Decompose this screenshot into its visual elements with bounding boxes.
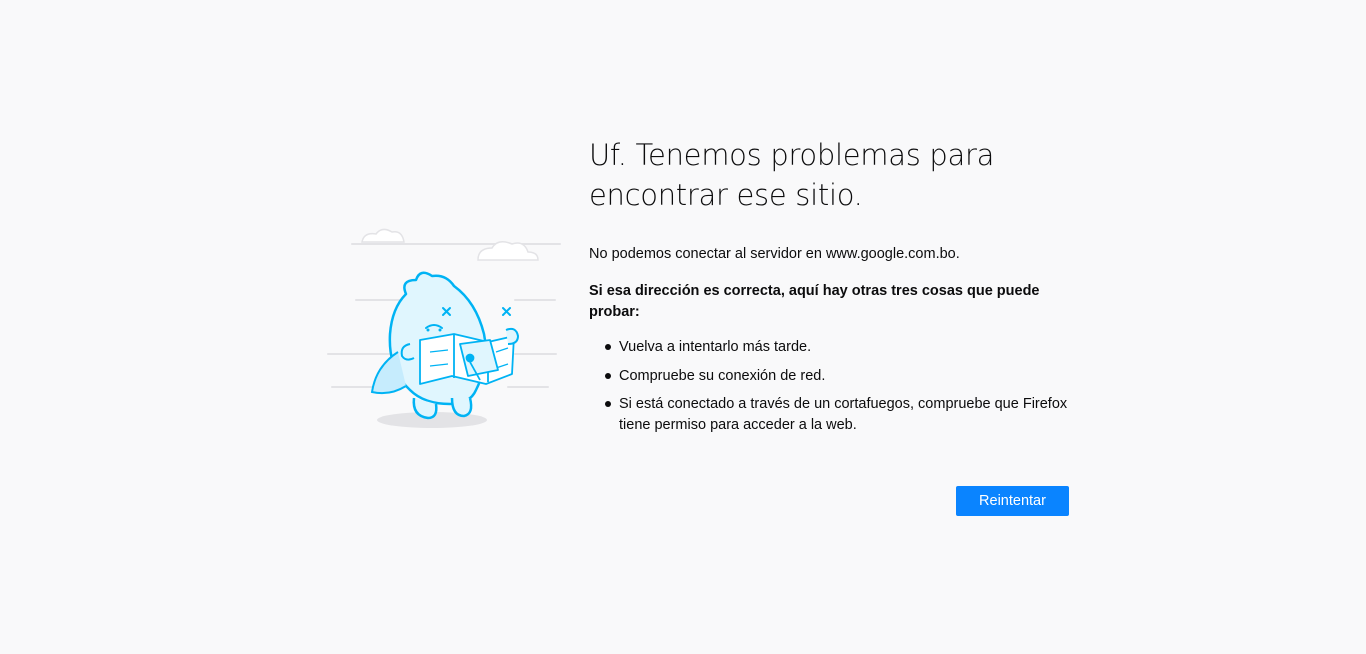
error-description: No podemos conectar al servidor en www.g… — [589, 246, 960, 262]
error-content: Uf. Tenemos problemas para encontrar ese… — [589, 135, 1069, 443]
tip-item-check-firewall: Si está conectado a través de un cortafu… — [605, 394, 1069, 435]
confused-monster-with-map-icon — [327, 228, 561, 428]
advice-heading: Si esa dirección es correcta, aquí hay o… — [589, 283, 1040, 320]
page-title-line-2: encontrar ese sitio. — [589, 178, 863, 212]
tip-item-check-network: Compruebe su conexión de red. — [605, 366, 1069, 387]
tips-list: Vuelva a intentarlo más tarde. Compruebe… — [589, 337, 1069, 435]
tip-item-try-later: Vuelva a intentarlo más tarde. — [605, 337, 1069, 358]
error-page: Uf. Tenemos problemas para encontrar ese… — [0, 0, 1366, 654]
page-title-line-1: Uf. Tenemos problemas para — [589, 138, 995, 172]
retry-button[interactable]: Reintentar — [956, 486, 1069, 516]
page-title: Uf. Tenemos problemas para encontrar ese… — [589, 135, 1069, 215]
